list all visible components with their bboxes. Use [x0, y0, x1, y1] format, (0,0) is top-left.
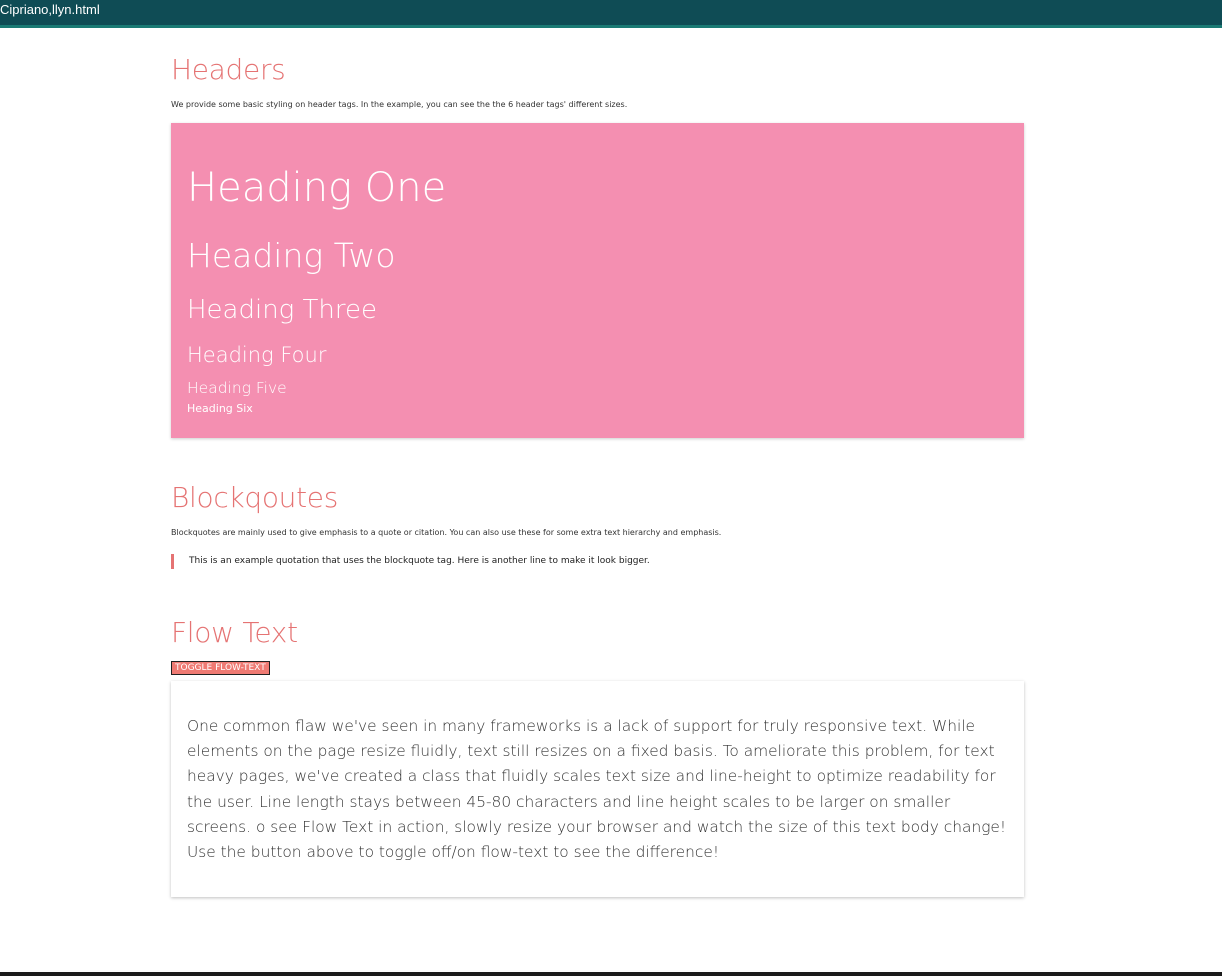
heading-one: Heading One [187, 165, 447, 211]
headers-description: We provide some basic styling on header … [171, 100, 628, 109]
window-titlebar: Cipriano,llyn.html [0, 0, 1222, 28]
heading-six: Heading Six [187, 402, 253, 415]
flow-text-card: One common flaw we've seen in many frame… [171, 681, 1024, 897]
example-blockquote: This is an example quotation that uses t… [171, 554, 650, 569]
blockquotes-section-title: Blockqoutes [171, 481, 338, 514]
flow-text-body: One common flaw we've seen in many frame… [187, 717, 1007, 862]
flow-text-section-title: Flow Text [171, 616, 298, 649]
heading-five: Heading Five [187, 379, 287, 397]
heading-four: Heading Four [187, 343, 327, 367]
heading-two: Heading Two [187, 236, 396, 275]
blockquotes-description: Blockquotes are mainly used to give emph… [171, 528, 722, 537]
headings-demo-panel: Heading One Heading Two Heading Three He… [171, 123, 1024, 438]
headers-section-title: Headers [171, 53, 286, 86]
window-title: Cipriano,llyn.html [0, 2, 100, 17]
window-bottom-border [0, 972, 1222, 976]
toggle-flow-text-button[interactable]: TOGGLE FLOW-TEXT [171, 661, 270, 675]
heading-three: Heading Three [187, 295, 378, 325]
